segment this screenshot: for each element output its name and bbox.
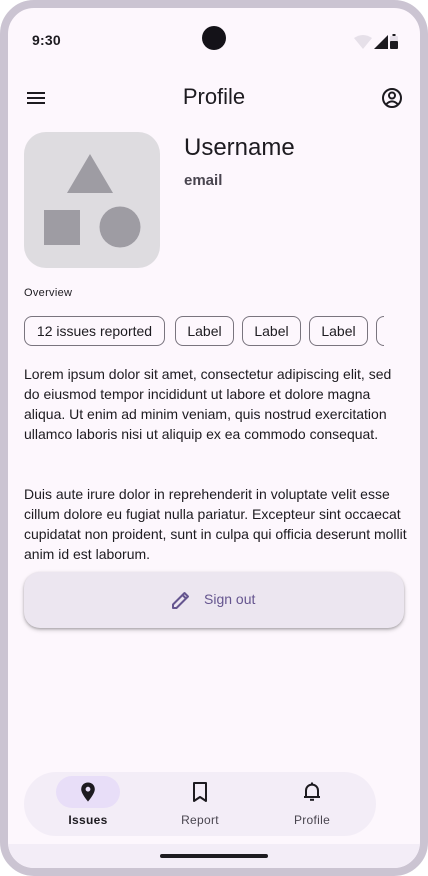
nav-item-issues[interactable]: Issues	[40, 772, 136, 836]
chip-label-1[interactable]: Label	[175, 316, 234, 346]
status-bar: 9:30	[8, 8, 420, 68]
nav-label-report: Report	[181, 813, 219, 827]
location-pin-icon	[81, 782, 95, 802]
status-icons	[354, 34, 398, 49]
chip-label-2[interactable]: Label	[242, 316, 301, 346]
chip-overflow[interactable]	[376, 316, 384, 346]
chip-row: 12 issues reported Label Label Label	[24, 316, 384, 350]
bottom-navigation-bar: Issues Report Profile	[24, 772, 376, 836]
overview-label: Overview	[24, 287, 73, 299]
front-camera	[202, 26, 226, 50]
shapes-placeholder-icon	[44, 154, 141, 248]
phone-screen: 9:30 Profile Username email Overview 12 …	[0, 0, 428, 876]
account-button[interactable]	[380, 86, 404, 110]
home-gesture-handle[interactable]	[160, 854, 268, 858]
pencil-icon	[172, 592, 189, 609]
page-title: Profile	[182, 84, 246, 109]
username: Username	[184, 134, 295, 161]
sign-out-label: Sign out	[204, 591, 256, 607]
body-paragraph-1: Lorem ipsum dolor sit amet, consectetur …	[24, 366, 392, 442]
body-paragraph-2: Duis aute irure dolor in reprehenderit i…	[24, 486, 407, 562]
nav-label-issues: Issues	[68, 813, 108, 827]
avatar	[24, 132, 160, 268]
status-time: 9:30	[32, 32, 61, 48]
nav-label-profile: Profile	[293, 813, 331, 827]
top-app-bar: Profile	[8, 72, 420, 128]
chip-issues-reported[interactable]: 12 issues reported	[24, 316, 165, 346]
nav-item-profile[interactable]: Profile	[264, 772, 360, 836]
cellular-signal-icon	[374, 35, 388, 49]
chip-label-3[interactable]: Label	[309, 316, 368, 346]
battery-icon	[390, 34, 398, 49]
account-circle-icon	[382, 88, 402, 108]
email: email	[184, 172, 223, 189]
bookmark-icon	[193, 782, 207, 802]
nav-item-report[interactable]: Report	[152, 772, 248, 836]
sign-out-button[interactable]: Sign out	[24, 572, 404, 628]
gesture-navigation-area	[8, 844, 420, 868]
wifi-icon	[354, 35, 372, 49]
bell-icon	[304, 782, 320, 801]
